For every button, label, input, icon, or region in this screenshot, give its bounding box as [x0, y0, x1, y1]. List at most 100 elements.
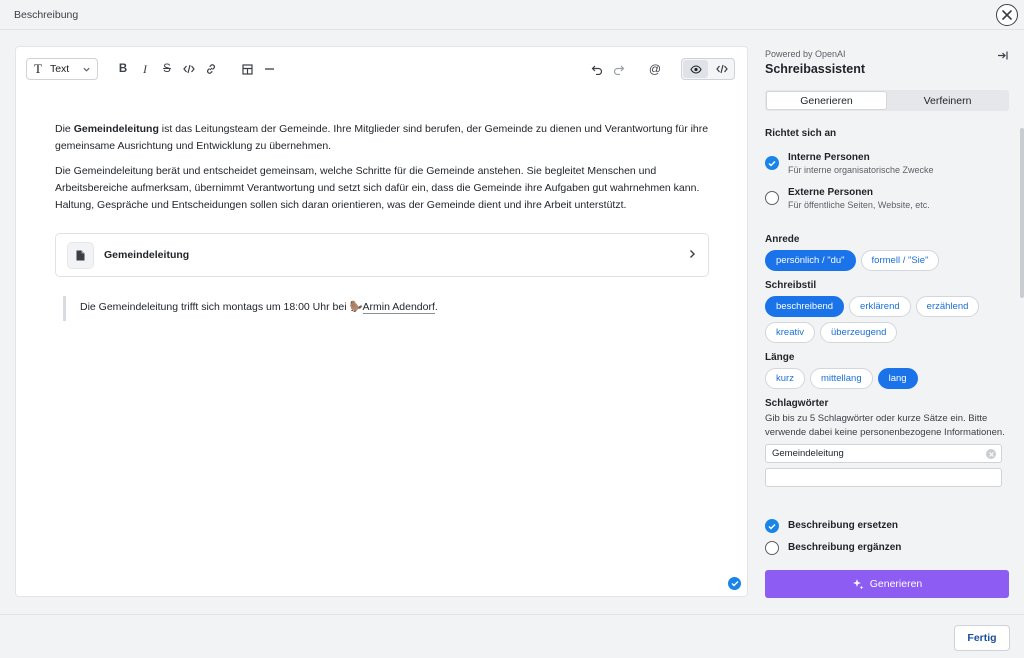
chip-du[interactable]: persönlich / "du": [765, 250, 856, 271]
bold-term: Gemeindeleitung: [73, 123, 159, 135]
chip-kurz[interactable]: kurz: [765, 368, 805, 389]
code-button[interactable]: [180, 60, 198, 78]
bold-button[interactable]: B: [114, 60, 132, 78]
view-mode-toggle: [681, 58, 735, 80]
link-button[interactable]: [202, 60, 220, 78]
code-icon: [715, 64, 728, 74]
option-description: Für öffentliche Seiten, Website, etc.: [788, 200, 930, 210]
chip-ueberzeugend[interactable]: überzeugend: [819, 322, 898, 343]
redo-button[interactable]: [610, 60, 628, 78]
undo-button[interactable]: [588, 60, 606, 78]
panel-title: Schreibassistent: [765, 62, 866, 76]
paragraph-1: Die Gemeindeleitung ist das Leitungsteam…: [55, 123, 709, 152]
mode-append-option[interactable]: Beschreibung ergänzen: [765, 540, 1015, 562]
salutation-chips: persönlich / "du" formell / "Sie": [765, 250, 1015, 271]
style-chips: beschreibend erklärend erzählend kreativ…: [765, 296, 1015, 343]
audience-option-external[interactable]: Externe Personen Für öffentliche Seiten,…: [765, 187, 1015, 210]
chip-lang[interactable]: lang: [877, 368, 918, 389]
mention-button[interactable]: @: [646, 60, 664, 78]
close-icon: [1002, 10, 1012, 20]
strikethrough-button[interactable]: S: [158, 60, 176, 78]
chevron-right-icon: [690, 250, 695, 258]
keywords-hint: Gib bis zu 5 Schlagwörter oder kurze Sät…: [765, 413, 1005, 438]
undo-icon: [591, 65, 603, 75]
chip-mittellang[interactable]: mittellang: [809, 368, 873, 389]
preview-mode-button[interactable]: [683, 60, 708, 78]
code-icon: [183, 64, 195, 74]
block-type-select[interactable]: T Text: [26, 58, 98, 80]
chip-erzaehlend[interactable]: erzählend: [915, 296, 980, 317]
redo-icon: [613, 65, 625, 75]
option-title: Interne Personen: [788, 152, 870, 163]
linked-page-card[interactable]: Gemeindeleitung: [55, 233, 709, 277]
table-icon: [241, 63, 253, 75]
option-description: Für interne organisatorische Zwecke: [788, 165, 934, 175]
chip-erklaerend[interactable]: erklärend: [849, 296, 911, 317]
radio-unchecked-icon: [765, 191, 779, 205]
chip-kreativ[interactable]: kreativ: [765, 322, 815, 343]
editor-toolbar: T Text B I S @: [26, 57, 737, 81]
at-icon: @: [648, 62, 662, 76]
insert-mode-options: Beschreibung ersetzen Beschreibung ergän…: [765, 518, 1015, 562]
keyword-input-1[interactable]: Gemeindeleitung: [765, 444, 1002, 463]
user-mention[interactable]: Armin Adendorf: [362, 301, 435, 314]
close-button[interactable]: [996, 4, 1018, 26]
modal-title: Beschreibung: [14, 9, 79, 21]
generate-button[interactable]: Generieren: [765, 570, 1009, 598]
editor-content[interactable]: Die Gemeindeleitung ist das Leitungsteam…: [55, 121, 715, 222]
keyword-input-2[interactable]: [765, 468, 1002, 487]
radio-unchecked-icon: [765, 541, 779, 555]
assistant-tabs: Generieren Verfeinern: [765, 90, 1009, 111]
link-icon: [207, 64, 215, 74]
editor-panel: T Text B I S @ Die Gemeindeleitung ist d…: [15, 46, 748, 597]
paragraph-2: Die Gemeindeleitung berät und entscheide…: [55, 165, 700, 211]
divider-button[interactable]: [260, 60, 278, 78]
radio-checked-icon: [765, 519, 779, 533]
blockquote: Die Gemeindeleitung trifft sich montags …: [63, 296, 438, 321]
clear-icon[interactable]: [986, 449, 996, 459]
tab-generieren[interactable]: Generieren: [767, 92, 886, 109]
radio-checked-icon: [765, 156, 779, 170]
source-mode-button[interactable]: [709, 60, 734, 78]
generate-label: Generieren: [869, 578, 923, 590]
table-button[interactable]: [238, 60, 256, 78]
italic-button[interactable]: I: [136, 60, 154, 78]
saved-check-icon: [728, 577, 741, 590]
modal-footer: Fertig: [0, 614, 1024, 658]
text-type-icon: T: [34, 61, 42, 76]
document-icon: [67, 242, 94, 269]
quote-text: Die Gemeindeleitung trifft sich montags …: [80, 301, 347, 313]
mode-replace-option[interactable]: Beschreibung ersetzen: [765, 518, 1015, 540]
eye-icon: [689, 64, 702, 74]
salutation-label: Anrede: [765, 234, 800, 245]
mode-append-label: Beschreibung ergänzen: [788, 542, 902, 553]
italic-icon: I: [143, 61, 147, 76]
chip-beschreibend[interactable]: beschreibend: [765, 296, 845, 317]
block-type-label: Text: [49, 63, 70, 75]
mention-emoji: 🦫: [349, 301, 363, 313]
bold-icon: B: [118, 63, 128, 75]
modal-header: Beschreibung: [0, 0, 1024, 30]
tab-verfeinern[interactable]: Verfeinern: [888, 92, 1007, 109]
done-button[interactable]: Fertig: [954, 625, 1010, 651]
keyword-value: Gemeindeleitung: [772, 448, 844, 459]
chevron-down-icon: [83, 67, 90, 72]
quote-end: .: [434, 301, 438, 313]
collapse-panel-icon[interactable]: [997, 50, 1008, 61]
option-title: Externe Personen: [788, 187, 874, 198]
writing-assistant-panel: Powered by OpenAI Schreibassistent Gener…: [756, 46, 1024, 611]
horizontal-rule-icon: [264, 68, 274, 70]
style-label: Schreibstil: [765, 280, 817, 291]
mode-replace-label: Beschreibung ersetzen: [788, 520, 899, 531]
keywords-label: Schlagwörter: [765, 398, 829, 409]
linked-page-title: Gemeindeleitung: [104, 249, 190, 261]
sparkles-icon: [852, 579, 864, 590]
length-chips: kurz mittellang lang: [765, 368, 1015, 389]
panel-scrollbar[interactable]: [1020, 128, 1024, 298]
powered-by-label: Powered by OpenAI: [765, 49, 846, 59]
length-label: Länge: [765, 352, 795, 363]
chip-sie[interactable]: formell / "Sie": [860, 250, 940, 271]
assistant-options: Richtet sich an Interne Personen Für int…: [765, 128, 1015, 510]
strikethrough-icon: S: [163, 63, 171, 75]
audience-option-internal[interactable]: Interne Personen Für interne organisator…: [765, 152, 1015, 175]
